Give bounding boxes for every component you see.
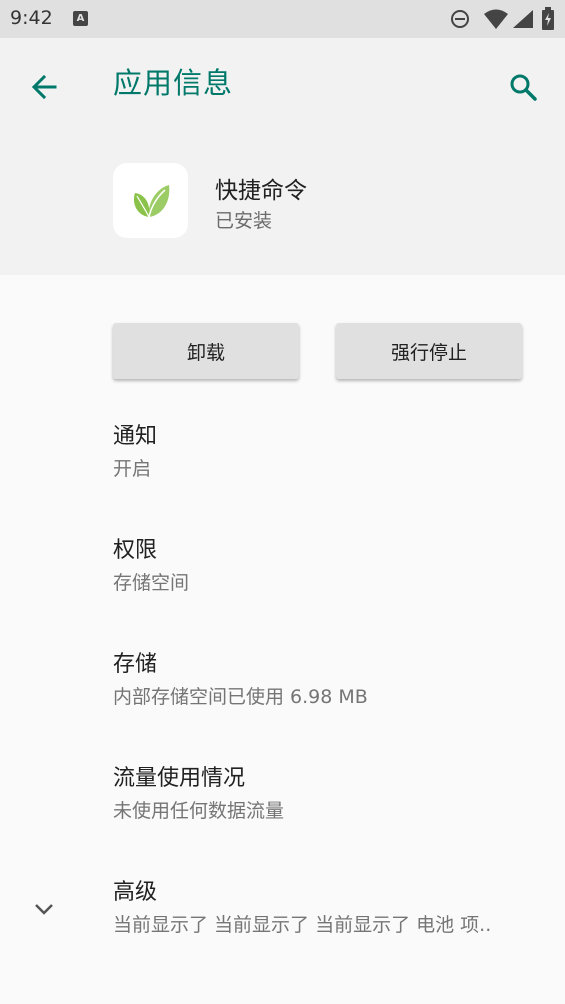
app-install-status: 已安装	[215, 210, 273, 232]
setting-notifications[interactable]: 通知 开启	[113, 422, 553, 483]
setting-title: 通知	[113, 424, 158, 449]
setting-subtitle: 当前显示了 当前显示了 当前显示了 电池 项..	[113, 914, 492, 936]
setting-title: 权限	[113, 538, 158, 563]
setting-subtitle: 存储空间	[113, 572, 190, 594]
search-icon	[510, 74, 537, 101]
arrow-back-icon	[31, 74, 57, 100]
wifi-icon	[484, 9, 508, 29]
setting-title: 存储	[113, 652, 158, 677]
setting-storage[interactable]: 存储 内部存储空间已使用 6.98 MB	[113, 650, 553, 711]
status-time: 9:42	[10, 7, 53, 29]
app-icon	[113, 163, 188, 238]
page-title: 应用信息	[113, 66, 234, 100]
status-bar: 9:42 A	[0, 0, 565, 38]
leaf-icon	[133, 184, 169, 217]
search-button[interactable]	[497, 61, 549, 113]
setting-subtitle: 内部存储空间已使用 6.98 MB	[113, 686, 368, 708]
force-stop-button[interactable]: 强行停止	[336, 323, 522, 379]
signal-icon	[513, 10, 533, 28]
setting-title: 高级	[113, 880, 158, 905]
uninstall-button[interactable]: 卸载	[113, 323, 299, 379]
setting-advanced[interactable]: 高级 当前显示了 当前显示了 当前显示了 电池 项..	[113, 878, 553, 939]
back-button[interactable]	[18, 61, 70, 113]
battery-icon	[542, 7, 554, 30]
chevron-down-icon	[35, 904, 53, 915]
a-letter-icon: A	[73, 11, 88, 26]
setting-title: 流量使用情况	[113, 766, 246, 791]
setting-permissions[interactable]: 权限 存储空间	[113, 536, 553, 597]
setting-subtitle: 未使用任何数据流量	[113, 800, 285, 822]
setting-data-usage[interactable]: 流量使用情况 未使用任何数据流量	[113, 764, 553, 825]
setting-subtitle: 开启	[113, 458, 152, 480]
app-header: 应用信息 快捷命令 已安装	[0, 38, 565, 275]
app-name: 快捷命令	[215, 178, 307, 204]
expand-advanced-button[interactable]	[28, 893, 60, 925]
do-not-disturb-icon	[451, 10, 469, 28]
